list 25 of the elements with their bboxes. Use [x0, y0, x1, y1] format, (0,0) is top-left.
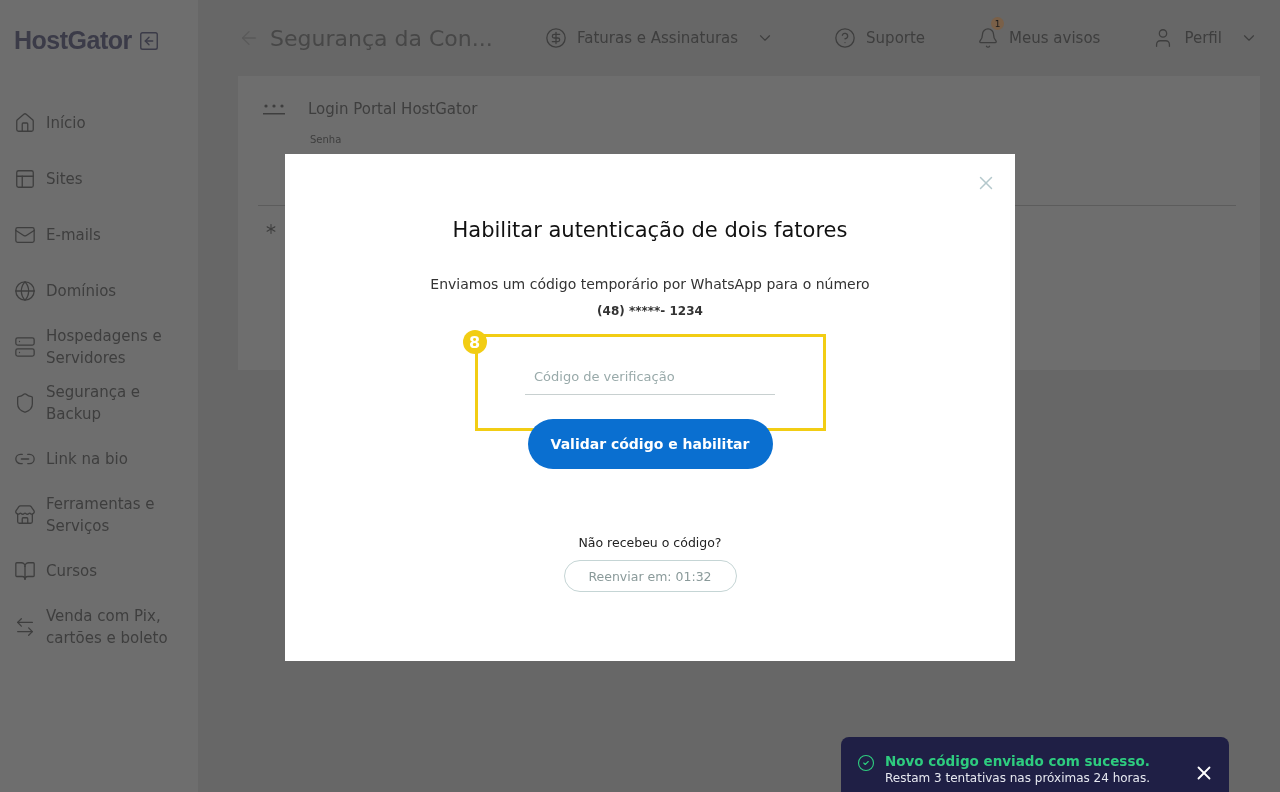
book-icon — [14, 560, 36, 582]
house-icon — [14, 112, 36, 134]
annotation-badge: 8 — [462, 330, 487, 354]
dollar-icon — [545, 27, 567, 49]
mail-icon — [14, 224, 36, 246]
password-icon — [262, 102, 286, 116]
bell-icon — [977, 27, 1000, 49]
help-icon — [834, 27, 857, 49]
server-icon — [14, 336, 36, 358]
shield-icon — [14, 392, 36, 414]
store-icon — [14, 504, 36, 526]
modal-title: Habilitar autenticação de dois fatores — [452, 218, 848, 242]
toast-title: Novo código enviado com sucesso. — [885, 753, 1151, 769]
toast-message: Restam 3 tentativas nas próximas 24 horas. — [885, 771, 1151, 785]
collapse-icon[interactable] — [137, 29, 160, 52]
globe-icon — [14, 280, 36, 302]
notification-badge: 1 — [991, 17, 1005, 30]
submit-button[interactable]: Validar código e habilitar — [527, 419, 773, 469]
code-field[interactable]: Código de verificação — [525, 359, 775, 395]
check-icon — [857, 754, 875, 772]
layout-icon — [14, 168, 36, 190]
phone-number: (48) *****- 1234 — [597, 304, 703, 318]
resend-prompt: Não recebeu o código? — [578, 535, 722, 550]
arrows-icon — [14, 616, 36, 638]
modal-message: Enviamos um código temporário por WhatsApp para o número — [430, 276, 870, 292]
